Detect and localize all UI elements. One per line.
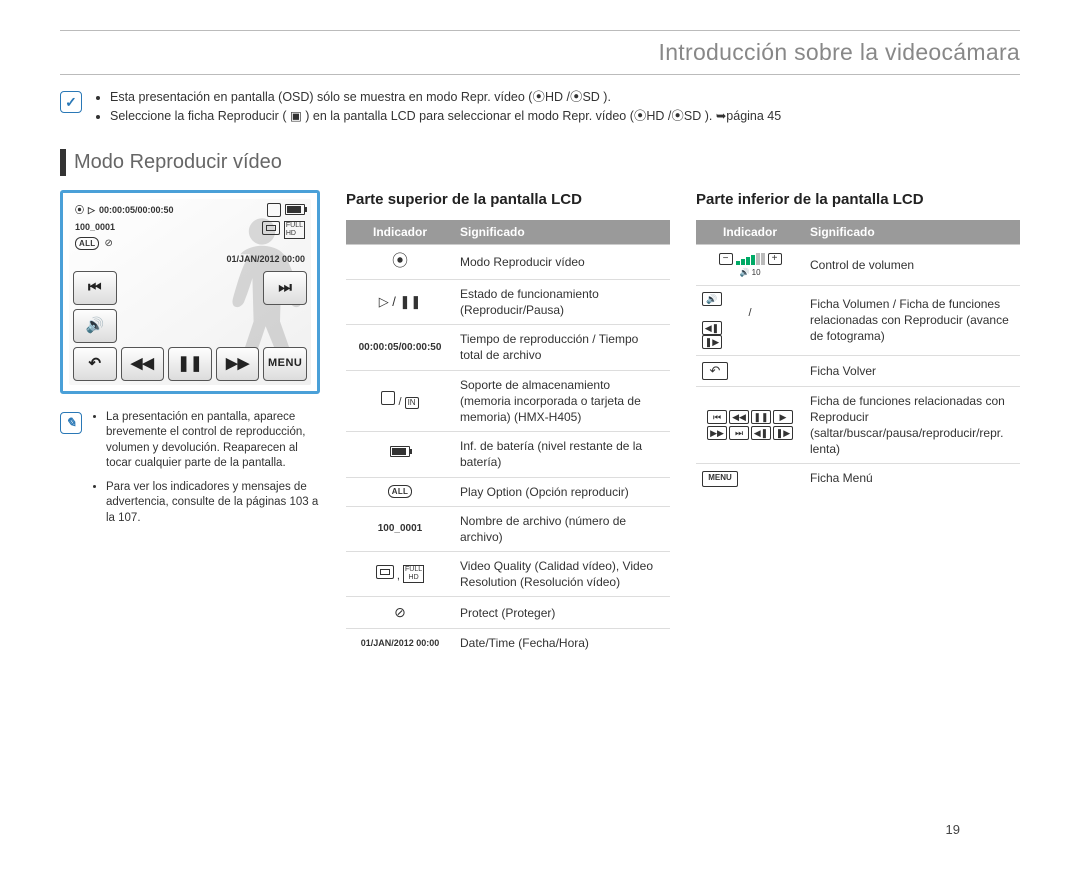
page-title: Introducción sobre la videocámara: [60, 37, 1020, 74]
page-number: 19: [946, 821, 960, 839]
table-row: ▷ / ❚❚ Estado de funcionamiento (Reproduc…: [346, 279, 670, 324]
table-row: / IN Soporte de almacenamiento (memoria i…: [346, 370, 670, 432]
indicator-cell: 01/JAN/2012 00:00: [346, 629, 454, 658]
table-row: MENU Ficha Menú: [696, 464, 1020, 493]
lcd-file: 100_0001: [75, 221, 115, 233]
indicator-cell: ↶: [696, 355, 804, 386]
intro-bullet: Esta presentación en pantalla (OSD) sólo…: [110, 89, 781, 106]
playback-tabs-icon: ⏮◀◀❚❚▶▶▶⏭◀❚❚▶: [702, 410, 798, 440]
lcd-time: 00:00:05/00:00:50: [99, 204, 174, 216]
meaning-cell: Date/Time (Fecha/Hora): [454, 629, 670, 658]
meaning-cell: Tiempo de reproducción / Tiempo total de…: [454, 325, 670, 370]
meaning-cell: Nombre de archivo (número de archivo): [454, 506, 670, 551]
fullhd-icon: FULLHD: [284, 221, 305, 239]
next-track-button[interactable]: ⏭: [263, 271, 307, 305]
lcd-date: 01/JAN/2012 00:00: [226, 253, 305, 265]
bottom-lcd-table: Indicador Significado −+🔊 10Control de v…: [696, 220, 1020, 493]
protect-icon: ⊘: [104, 238, 112, 249]
indicator-cell: ALL: [346, 477, 454, 506]
table-row: Inf. de batería (nivel restante de la ba…: [346, 432, 670, 477]
meaning-cell: Control de volumen: [804, 245, 1020, 286]
indicator-cell: 🔊/◀❚❚▶: [696, 285, 804, 355]
th-indicator: Indicador: [696, 220, 804, 245]
lcd-screenshot: ⦿ ▷ 00:00:05/00:00:50 100_0001 FULLHD AL…: [60, 190, 320, 394]
indicator-text: 100_0001: [378, 523, 423, 534]
section-heading: Modo Reproducir vídeo: [60, 149, 1020, 176]
check-icon: ✓: [60, 91, 82, 113]
rewind-button[interactable]: ◀◀: [121, 347, 165, 381]
indicator-cell: 00:00:05/00:00:50: [346, 325, 454, 370]
indicator-cell: [346, 432, 454, 477]
meaning-cell: Play Option (Opción reproducir): [454, 477, 670, 506]
meaning-cell: Ficha de funciones relacionadas con Repr…: [804, 386, 1020, 464]
table-row: −+🔊 10Control de volumen: [696, 245, 1020, 286]
meaning-cell: Protect (Proteger): [454, 597, 670, 629]
bottom-lcd-heading: Parte inferior de la pantalla LCD: [696, 190, 1020, 210]
indicator-cell: −+🔊 10: [696, 245, 804, 286]
battery-icon: [285, 204, 305, 215]
note-bullet: La presentación en pantalla, aparece bre…: [106, 410, 320, 472]
table-row: , FULLHD Video Quality (Calidad vídeo), V…: [346, 552, 670, 597]
quality-icon: , FULLHD: [376, 570, 424, 582]
indicator-cell: ⦿: [346, 245, 454, 280]
menu-tab-icon: MENU: [702, 471, 738, 487]
th-meaning: Significado: [454, 220, 670, 245]
meaning-cell: Modo Reproducir vídeo: [454, 245, 670, 280]
intro-block: ✓ Esta presentación en pantalla (OSD) só…: [60, 89, 1020, 127]
meaning-cell: Soporte de almacenamiento (memoria incor…: [454, 370, 670, 432]
top-lcd-table: Indicador Significado ⦿ Modo Reproducir v…: [346, 220, 670, 657]
prev-track-button[interactable]: ⏮: [73, 271, 117, 305]
table-row: 100_0001 Nombre de archivo (número de arc…: [346, 506, 670, 551]
quality-icon: [262, 221, 280, 235]
storage-icon: / IN: [381, 396, 418, 408]
indicator-text: 00:00:05/00:00:50: [359, 342, 442, 353]
meaning-cell: Ficha Volver: [804, 355, 1020, 386]
table-row: 🔊/◀❚❚▶Ficha Volumen / Ficha de funciones…: [696, 285, 1020, 355]
meaning-cell: Video Quality (Calidad vídeo), Video Res…: [454, 552, 670, 597]
meaning-cell: Estado de funcionamiento (Reproducir/Pau…: [454, 279, 670, 324]
note-block: ✎ La presentación en pantalla, aparece b…: [60, 410, 320, 535]
note-bullet: Para ver los indicadores y mensajes de a…: [106, 480, 320, 527]
back-tab-icon: ↶: [702, 362, 728, 380]
meaning-cell: Ficha Menú: [804, 464, 1020, 493]
playoption-icon: ALL: [75, 237, 99, 250]
indicator-text: 01/JAN/2012 00:00: [361, 638, 440, 648]
storage-icon: [267, 203, 281, 217]
meaning-cell: Inf. de batería (nivel restante de la ba…: [454, 432, 670, 477]
indicator-cell: / IN: [346, 370, 454, 432]
indicator-cell: 100_0001: [346, 506, 454, 551]
table-row: ⊘ Protect (Proteger): [346, 597, 670, 629]
menu-button[interactable]: MENU: [263, 347, 307, 381]
ffwd-button[interactable]: ▶▶: [216, 347, 260, 381]
back-button[interactable]: ↶: [73, 347, 117, 381]
volume-control-icon: −+: [719, 253, 782, 265]
th-indicator: Indicador: [346, 220, 454, 245]
table-row: 00:00:05/00:00:50 Tiempo de reproducción …: [346, 325, 670, 370]
vol-frame-icon: 🔊/◀❚❚▶: [702, 292, 798, 349]
volume-button[interactable]: 🔊: [73, 309, 117, 343]
play-pause-icon: ▷ / ❚❚: [379, 294, 422, 309]
playoption-icon: ALL: [388, 485, 412, 498]
indicator-cell: ⏮◀◀❚❚▶▶▶⏭◀❚❚▶: [696, 386, 804, 464]
intro-bullet: Seleccione la ficha Reproducir ( ▣ ) en …: [110, 108, 781, 125]
battery-icon: [390, 446, 410, 457]
indicator-cell: , FULLHD: [346, 552, 454, 597]
top-lcd-heading: Parte superior de la pantalla LCD: [346, 190, 670, 210]
pause-button[interactable]: ❚❚: [168, 347, 212, 381]
note-icon: ✎: [60, 412, 82, 434]
table-row: ⦿ Modo Reproducir vídeo: [346, 245, 670, 280]
indicator-cell: ⊘: [346, 597, 454, 629]
table-row: ↶ Ficha Volver: [696, 355, 1020, 386]
meaning-cell: Ficha Volumen / Ficha de funciones relac…: [804, 285, 1020, 355]
table-row: 01/JAN/2012 00:00 Date/Time (Fecha/Hora): [346, 629, 670, 658]
indicator-cell: ▷ / ❚❚: [346, 279, 454, 324]
th-meaning: Significado: [804, 220, 1020, 245]
video-mode-icon: ⦿: [392, 253, 408, 270]
indicator-cell: MENU: [696, 464, 804, 493]
table-row: ⏮◀◀❚❚▶▶▶⏭◀❚❚▶Ficha de funciones relacion…: [696, 386, 1020, 464]
mode-icon: ⦿: [75, 204, 84, 216]
table-row: ALL Play Option (Opción reproducir): [346, 477, 670, 506]
protect-icon: ⊘: [394, 604, 406, 620]
